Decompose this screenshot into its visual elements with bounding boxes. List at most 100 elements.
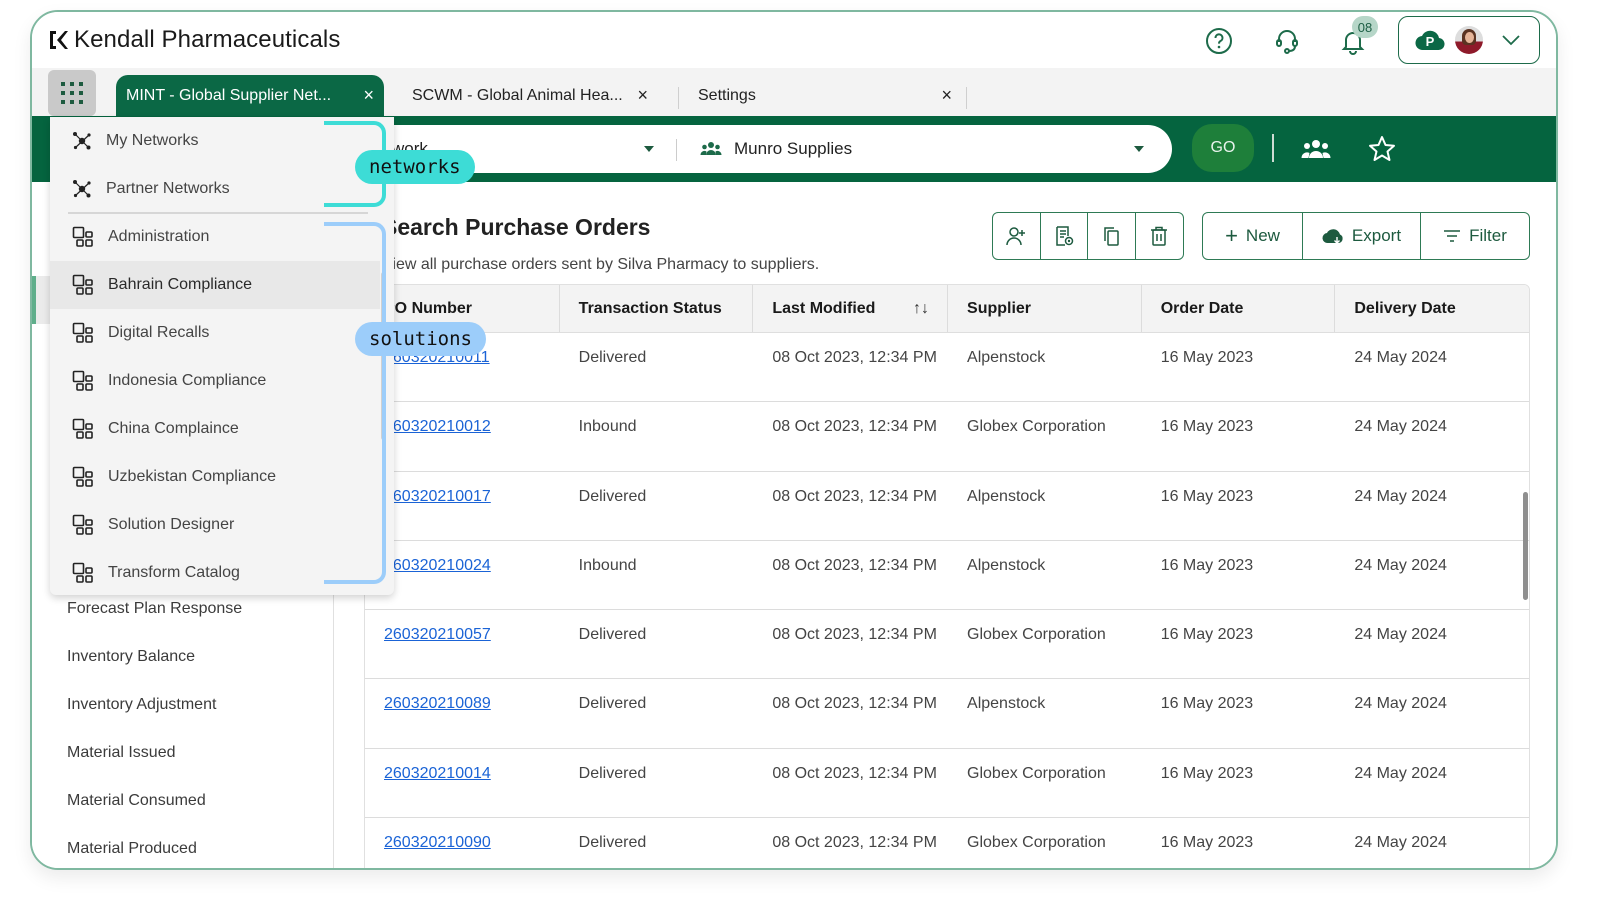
table-row[interactable]: 260320210090 Delivered 08 Oct 2023, 12:34 … [365,818,1529,868]
table-row[interactable]: 260320210011 Delivered 08 Oct 2023, 12:34 … [365,333,1529,403]
cell-po-number: 260320210017 [365,472,560,540]
export-label: Export [1351,226,1402,245]
network-icon [73,132,91,150]
cell-po-number: 260320210014 [365,749,560,817]
cell-last-modified: 08 Oct 2023, 12:34 PM [772,626,937,644]
sidebar-item-forecast-plan-response[interactable]: Forecast Plan Response [67,600,242,618]
add-user-icon [1006,227,1026,246]
filter-label: Filter [1469,226,1507,245]
cell-order-date: 16 May 2023 [1160,349,1254,366]
po-number-link[interactable]: 260320210017 [384,488,491,505]
cell-order-date: 16 May 2023 [1160,834,1254,852]
table-row[interactable]: 260320210057 Delivered 08 Oct 2023, 12:34 … [365,610,1529,680]
solution-app-icon [72,226,93,247]
sidebar-item-material-issued[interactable]: Material Issued [67,744,176,762]
copy-button[interactable] [1088,213,1136,259]
purchase-orders-table: PO Number Transaction Status Last Modifi… [364,284,1530,868]
po-number-link[interactable]: 260320210024 [384,557,491,574]
table-row[interactable]: 260320210014 Delivered 08 Oct 2023, 12:34 … [365,749,1529,819]
avatar[interactable] [1455,26,1483,54]
table-row[interactable]: 260320210012 Inbound 08 Oct 2023, 12:34 PM… [365,402,1529,472]
solutions-callout: solutions [355,322,486,356]
trash-icon [1151,226,1168,246]
cell-last-modified: 08 Oct 2023, 12:34 PM [772,556,937,574]
cell-order-date: 16 May 2023 [1160,626,1254,644]
cell-supplier: Globex Corporation [967,418,1106,436]
po-number-link[interactable]: 260320210057 [384,626,491,643]
po-number-link[interactable]: 260320210012 [384,418,491,435]
main-content: Search Purchase Orders View all purchase… [334,182,1556,868]
sidebar-item-inventory-adjustment[interactable]: Inventory Adjustment [67,696,216,714]
table-row[interactable]: 260320210024 Inbound 08 Oct 2023, 12:34 PM… [365,541,1529,611]
table-scrollbar[interactable] [1523,492,1528,600]
close-icon[interactable]: × [941,85,952,106]
export-button[interactable]: Export [1303,213,1421,259]
sort-icon[interactable]: ↑↓ [913,300,929,318]
cell-delivery-date: 24 May 2024 [1354,418,1447,436]
table-row[interactable]: 260320210017 Delivered 08 Oct 2023, 12:34 … [365,472,1529,541]
app-launcher-button[interactable] [48,70,96,116]
table-body: 260320210011 Delivered 08 Oct 2023, 12:34 … [365,333,1529,868]
filter-button[interactable]: Filter [1421,213,1529,259]
menu-item-label: China Complaince [108,420,239,437]
view-document-button[interactable] [1041,213,1088,259]
cell-delivery-date: 24 May 2024 [1354,556,1447,574]
group-icon [700,142,722,155]
app-window: Kendall Pharmaceuticals 08 P MINT - Glob… [30,10,1558,870]
cell-po-number: 260320210012 [365,402,560,470]
cell-transaction-status: Delivered [578,487,647,505]
delete-button[interactable] [1136,213,1183,259]
support-headset-icon[interactable] [1272,26,1302,56]
menu-item-label: My Networks [106,132,199,149]
sidebar-item-material-consumed[interactable]: Material Consumed [67,792,206,810]
table-row[interactable]: 260320210089 Delivered 08 Oct 2023, 12:34 … [365,679,1529,749]
cell-po-number: 260320210089 [365,679,560,747]
col-supplier[interactable]: Supplier [948,285,1142,332]
go-button[interactable]: GO [1192,124,1254,172]
brand[interactable]: Kendall Pharmaceuticals [48,26,340,54]
people-icon[interactable] [1300,134,1332,164]
cloud-download-icon [1322,229,1343,244]
profile-menu-button[interactable]: P [1398,16,1540,64]
solution-app-icon [72,466,93,487]
col-delivery-date[interactable]: Delivery Date [1335,285,1529,332]
help-icon[interactable] [1204,26,1234,56]
brand-name: Kendall Pharmaceuticals [74,26,341,53]
close-icon[interactable]: × [363,85,374,106]
partner-select[interactable]: Munro Supplies [734,139,852,159]
col-last-modified[interactable]: Last Modified ↑↓ [753,285,949,332]
tab-divider [966,87,967,109]
po-number-link[interactable]: 260320210014 [384,765,491,782]
sidebar-item-inventory-balance[interactable]: Inventory Balance [67,648,195,666]
grid-icon [61,82,83,104]
sidebar-item-material-produced[interactable]: Material Produced [67,840,197,858]
caret-down-icon[interactable] [644,146,654,152]
cell-order-date: 16 May 2023 [1160,418,1254,436]
star-icon[interactable] [1366,134,1398,164]
po-number-link[interactable]: 260320210090 [384,834,491,851]
caret-down-icon[interactable] [1134,146,1144,152]
cell-delivery-date: 24 May 2024 [1354,487,1447,505]
solution-app-icon [72,274,93,295]
tab-bar: MINT - Global Supplier Net... × SCWM - G… [32,68,1556,116]
solution-app-icon [72,514,93,535]
tab-label: SCWM - Global Animal Hea... [412,86,623,104]
tab-settings[interactable]: Settings × [688,75,968,116]
col-label: Last Modified [772,299,876,317]
new-button[interactable]: + New [1203,213,1303,259]
tab-mint[interactable]: MINT - Global Supplier Net... × [116,75,384,116]
col-transaction-status[interactable]: Transaction Status [560,285,754,332]
plus-icon: + [1225,223,1238,248]
col-order-date[interactable]: Order Date [1142,285,1336,332]
close-icon[interactable]: × [637,85,648,106]
cell-transaction-status: Inbound [578,418,637,436]
po-number-link[interactable]: 260320210089 [384,695,491,712]
tab-scwm[interactable]: SCWM - Global Animal Hea... × [402,75,662,116]
copy-icon [1104,227,1119,246]
select-divider [676,139,677,161]
assign-user-button[interactable] [993,213,1041,259]
main-actions-group: + New Export Filter [1202,212,1530,260]
cell-order-date: 16 May 2023 [1160,764,1254,782]
menu-item-label: Digital Recalls [108,324,210,341]
solution-app-icon [72,562,93,583]
